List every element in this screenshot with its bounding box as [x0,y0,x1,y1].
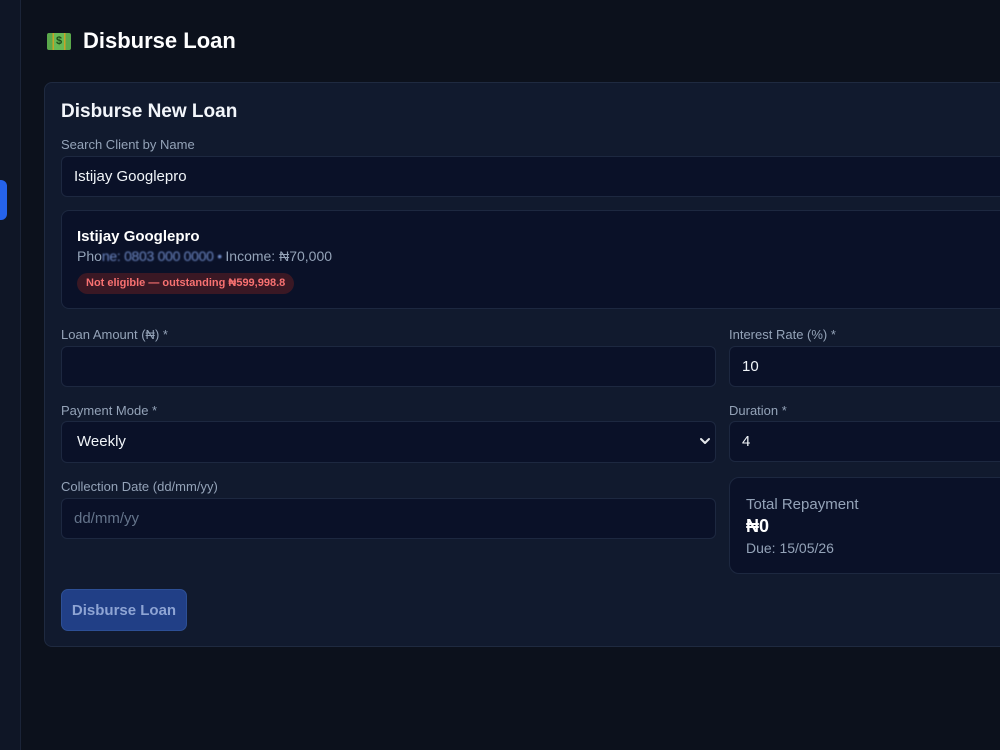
duration-input[interactable] [729,421,1000,462]
page-header: $ Disburse Loan [47,28,236,54]
page-title: Disburse Loan [83,28,236,53]
card-title: Disburse New Loan [61,101,238,122]
client-phone-value: ne: 0803 000 0000 • [101,248,226,264]
total-repayment-amount: ₦0 [746,516,770,536]
interest-rate-label: Interest Rate (%) * [729,327,836,342]
total-repayment-label: Total Repayment [746,496,859,513]
payment-mode-label: Payment Mode * [61,403,158,418]
loan-amount-label: Loan Amount (₦) * [61,327,168,342]
sidebar [0,0,21,750]
disburse-loan-button[interactable]: Disburse Loan [61,589,187,631]
sidebar-active-indicator[interactable] [0,180,7,220]
loan-amount-input[interactable] [61,346,716,387]
search-client-input[interactable] [61,156,1000,197]
collection-date-input[interactable] [61,498,716,539]
search-label: Search Client by Name [61,137,195,152]
client-name: Istijay Googlepro [77,228,200,245]
duration-label: Duration * [729,403,787,418]
client-phone-label: Pho [77,248,102,264]
collection-date-label: Collection Date (dd/mm/yy) [61,479,218,494]
payment-mode-select[interactable]: Weekly [61,421,716,463]
chevron-down-icon [699,422,711,462]
interest-rate-input[interactable] [729,346,1000,387]
disburse-loan-card: Disburse New Loan Search Client by Name … [44,82,1000,647]
payment-mode-value: Weekly [77,433,126,450]
due-date: Due: 15/05/26 [746,540,834,556]
repayment-summary: Total Repayment ₦0 Due: 15/05/26 [729,477,1000,574]
client-income: Income: ₦70,000 [225,248,333,264]
client-info: Phone: 0803 000 0000 • Income: ₦70,000 [77,248,332,264]
client-card[interactable]: Istijay Googlepro Phone: 0803 000 0000 •… [61,210,1000,309]
money-icon: $ [47,32,71,50]
eligibility-badge: Not eligible — outstanding ₦599,998.8 [77,273,295,294]
